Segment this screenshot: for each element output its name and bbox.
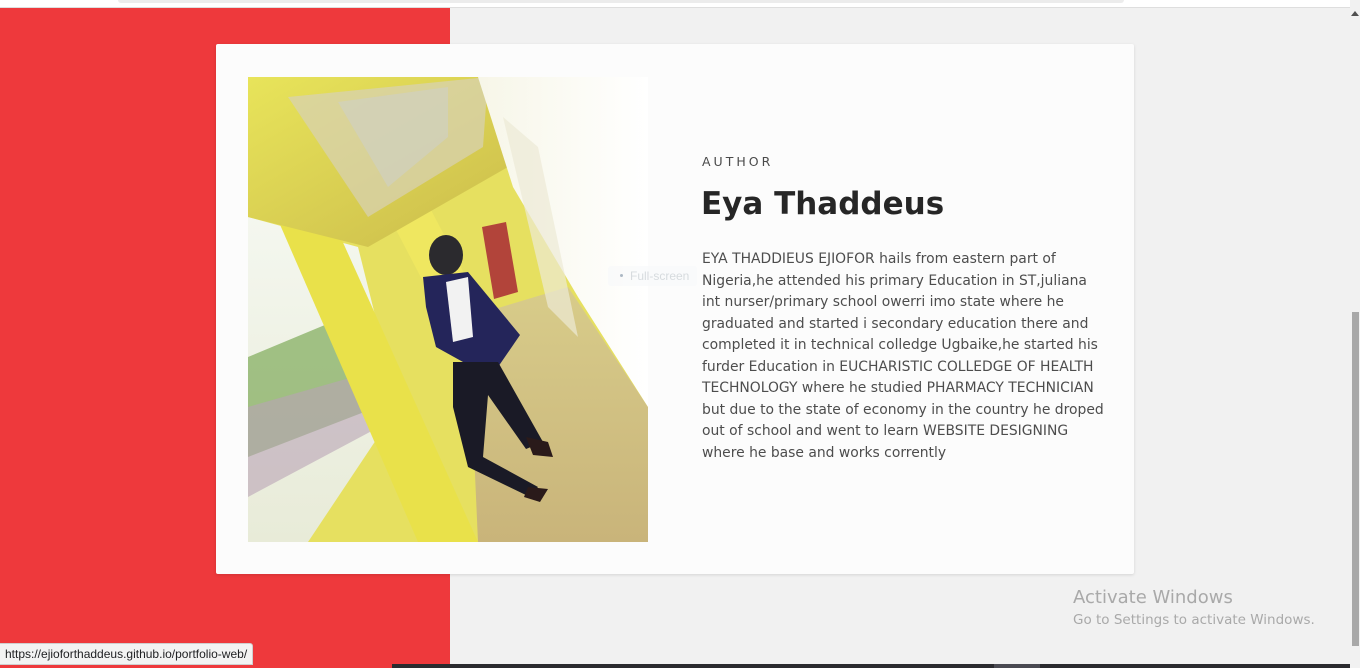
status-bar-url: https://ejioforthaddeus.github.io/portfo… [0,643,254,665]
author-bio: EYA THADDIEUS EJIOFOR hails from eastern… [702,251,1104,461]
author-name: Eya Thaddeus [701,186,945,222]
watermark-title: Activate Windows [1073,587,1233,608]
author-card: Full-screen AUTHOR Eya Thaddeus EYA THAD… [216,44,1134,574]
author-eyebrow: AUTHOR [702,154,774,169]
watermark-subtitle: Go to Settings to activate Windows. [1073,612,1315,628]
fullscreen-tooltip: Full-screen [608,266,698,286]
tooltip-dot-icon [620,274,623,277]
author-photo [248,77,648,542]
activate-windows-watermark: Activate Windows Go to Settings to activ… [1073,587,1315,632]
author-photo-image [248,77,648,542]
scroll-up-arrow-icon[interactable] [1351,11,1359,16]
scrollbar-thumb[interactable] [1352,312,1359,646]
taskbar-active-segment [994,664,1040,668]
top-header-strip [118,0,1124,3]
page: Full-screen AUTHOR Eya Thaddeus EYA THAD… [0,0,1360,668]
top-header-bar [0,0,1350,8]
taskbar-edge [392,664,1350,668]
fullscreen-tooltip-text: Full-screen [630,269,690,283]
